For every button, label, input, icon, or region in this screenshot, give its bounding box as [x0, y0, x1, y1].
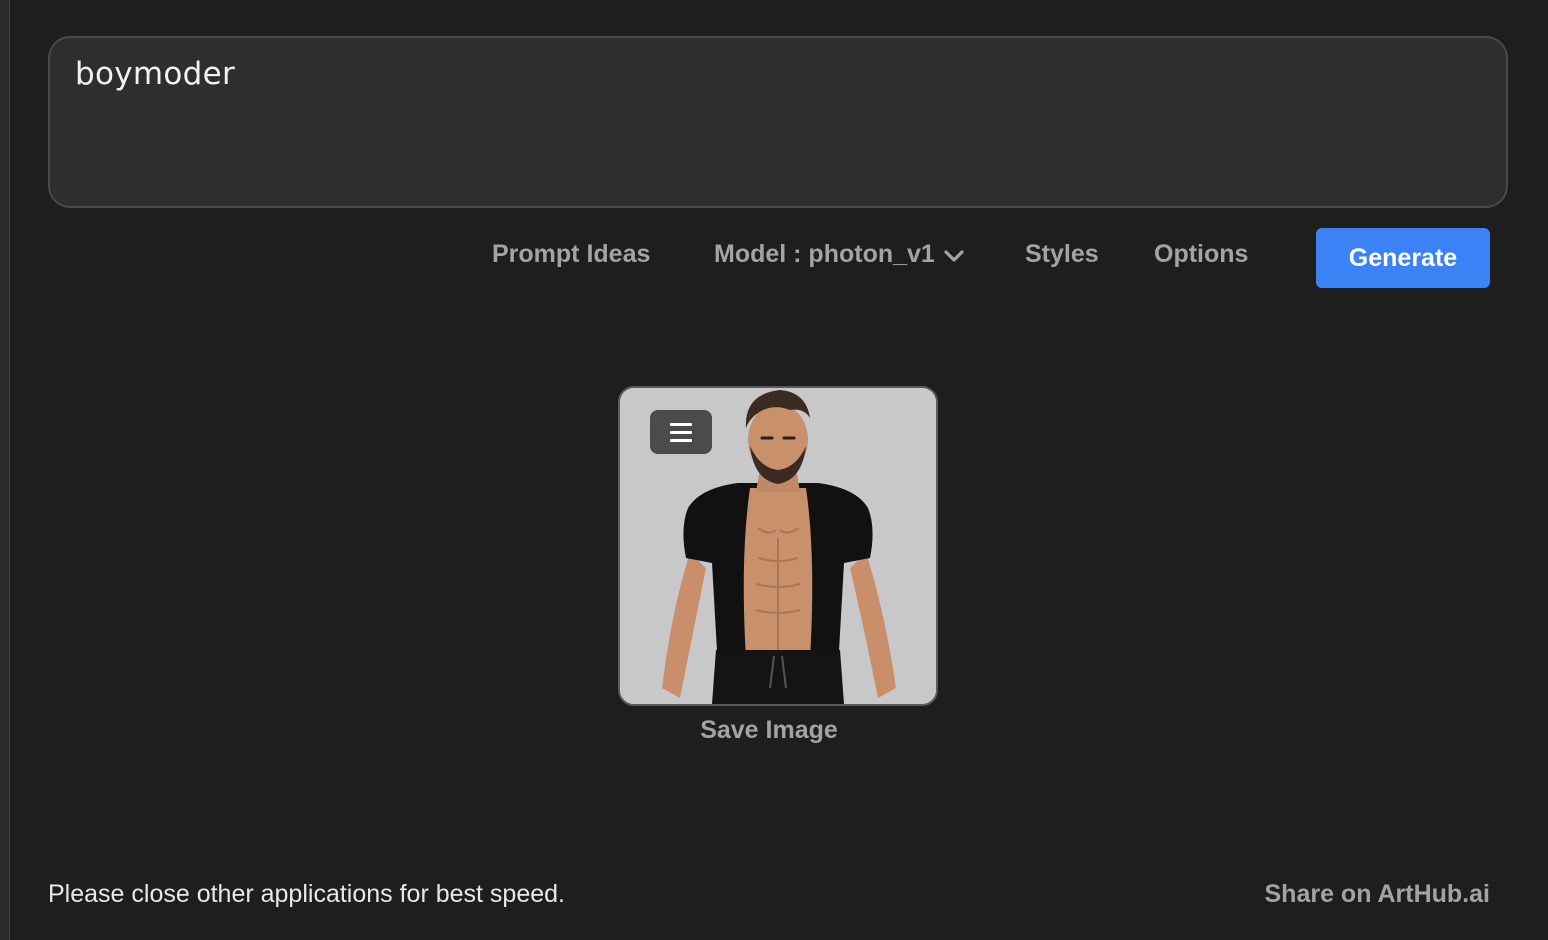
- hamburger-menu-icon-line: [670, 430, 692, 434]
- options-button[interactable]: Options: [1154, 240, 1248, 269]
- save-image-link[interactable]: Save Image: [618, 716, 920, 745]
- generate-button[interactable]: Generate: [1316, 228, 1490, 288]
- generated-image-card[interactable]: [618, 386, 938, 706]
- styles-button[interactable]: Styles: [1025, 240, 1099, 269]
- app-window: boymoder Prompt Ideas Model : photon_v1 …: [10, 0, 1548, 940]
- speed-notice: Please close other applications for best…: [48, 880, 565, 908]
- chevron-down-icon: [944, 249, 964, 262]
- image-menu-button[interactable]: [650, 410, 712, 454]
- model-dropdown-label: Model : photon_v1: [714, 240, 935, 268]
- prompt-text[interactable]: boymoder: [75, 56, 235, 92]
- window-edge: [0, 0, 10, 940]
- hamburger-menu-icon: [670, 422, 692, 426]
- hamburger-menu-icon-line: [670, 438, 692, 442]
- prompt-input[interactable]: boymoder: [48, 36, 1508, 208]
- model-dropdown[interactable]: Model : photon_v1: [714, 240, 965, 269]
- share-arthub-link[interactable]: Share on ArtHub.ai: [1265, 880, 1491, 909]
- prompt-ideas-button[interactable]: Prompt Ideas: [492, 240, 650, 269]
